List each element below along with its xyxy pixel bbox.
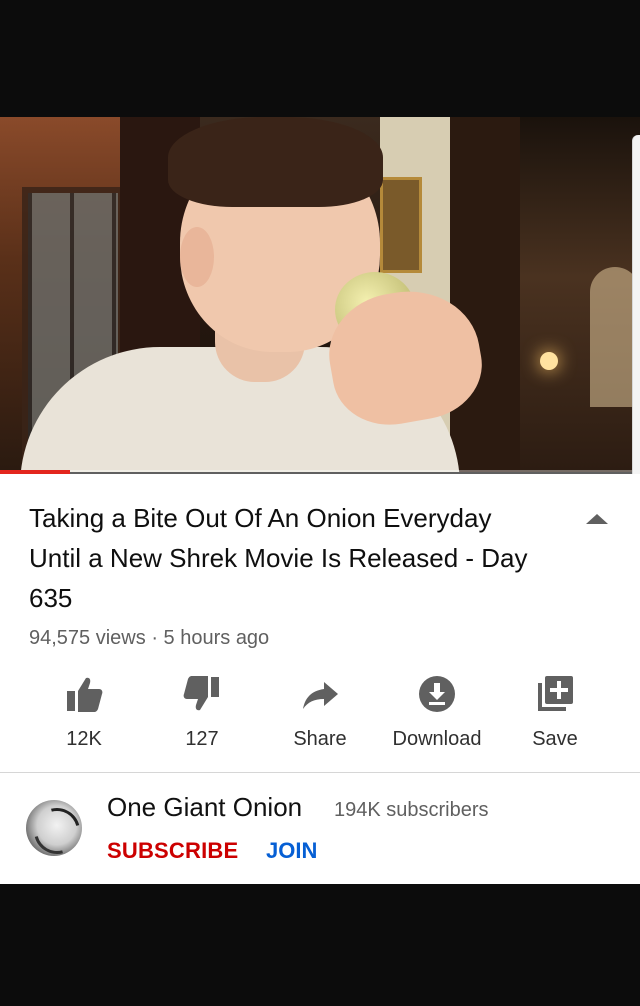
subscriber-count: 194K subscribers — [334, 799, 489, 821]
subscribe-button[interactable]: SUBSCRIBE — [107, 838, 238, 864]
thumbs-up-icon — [67, 677, 103, 712]
video-frame-lamp — [540, 352, 558, 370]
chevron-up-icon[interactable] — [584, 510, 610, 528]
meta-separator: · — [151, 627, 158, 649]
section-divider — [0, 772, 640, 773]
video-frame-person-ear — [180, 227, 214, 287]
action-bar: 12K 127 Share Download Save — [0, 674, 640, 764]
playlist-add-icon — [538, 676, 573, 711]
video-frame-door-right — [450, 117, 520, 472]
video-details-panel: Taking a Bite Out Of An Onion Everyday U… — [0, 474, 640, 884]
dislike-count: 127 — [185, 728, 219, 750]
video-title[interactable]: Taking a Bite Out Of An Onion Everyday U… — [29, 498, 549, 618]
video-frame-picture — [380, 177, 422, 273]
video-meta: 94,575 views · 5 hours ago — [29, 627, 269, 650]
video-frame-person-hair — [168, 117, 383, 207]
like-count: 12K — [66, 728, 102, 750]
dislike-button[interactable]: 127 — [147, 674, 257, 764]
save-label: Save — [532, 728, 578, 750]
share-label: Share — [293, 728, 347, 750]
download-icon — [419, 676, 455, 712]
download-label: Download — [392, 728, 482, 750]
share-arrow-icon — [303, 682, 338, 709]
like-button[interactable]: 12K — [29, 674, 139, 764]
download-button[interactable]: Download — [382, 674, 492, 764]
top-black-bar — [0, 0, 640, 117]
join-button[interactable]: JOIN — [266, 838, 317, 864]
channel-avatar[interactable] — [26, 800, 82, 856]
channel-name[interactable]: One Giant Onion — [107, 792, 302, 823]
video-player[interactable] — [0, 117, 640, 472]
save-button[interactable]: Save — [500, 674, 610, 764]
thumbs-down-icon — [183, 676, 219, 711]
share-button[interactable]: Share — [265, 674, 375, 764]
bottom-black-bar — [0, 884, 640, 1006]
view-count: 94,575 views — [29, 627, 146, 649]
upload-time: 5 hours ago — [163, 627, 270, 649]
